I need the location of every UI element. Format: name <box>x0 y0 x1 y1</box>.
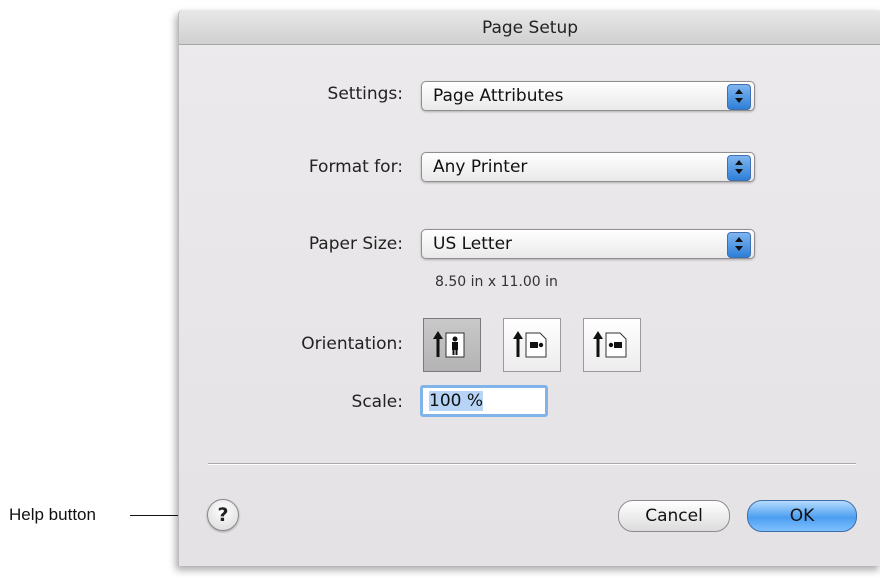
settings-popup[interactable]: Page Attributes <box>421 81 755 111</box>
paper-size-popup[interactable]: US Letter <box>421 229 755 259</box>
settings-label: Settings: <box>327 84 403 104</box>
orientation-portrait-button[interactable] <box>423 318 481 372</box>
orientation-landscape-left-button[interactable] <box>503 318 561 372</box>
popup-arrows-icon <box>727 232 751 258</box>
settings-value: Page Attributes <box>433 86 564 106</box>
orientation-label: Orientation: <box>301 334 403 354</box>
landscape-right-orientation-icon <box>593 331 627 358</box>
scale-input[interactable]: 100 % <box>420 385 548 417</box>
scale-value: 100 % <box>429 391 484 411</box>
separator <box>208 463 856 464</box>
paper-size-label: Paper Size: <box>308 234 403 254</box>
popup-arrows-icon <box>727 84 751 110</box>
window-title: Page Setup <box>481 18 579 38</box>
title-bar: Page Setup <box>179 10 880 45</box>
ok-button[interactable]: OK <box>747 500 857 532</box>
format-for-label: Format for: <box>308 157 403 177</box>
help-button[interactable]: ? <box>207 499 239 531</box>
paper-dimensions: 8.50 in x 11.00 in <box>435 274 558 290</box>
paper-size-value: US Letter <box>433 234 513 254</box>
format-for-popup[interactable]: Any Printer <box>421 152 755 182</box>
scale-label: Scale: <box>351 392 403 412</box>
cancel-button[interactable]: Cancel <box>618 500 730 532</box>
format-for-value: Any Printer <box>433 157 528 177</box>
landscape-left-orientation-icon <box>513 331 547 358</box>
help-button-callout-label: Help button <box>9 505 96 524</box>
portrait-orientation-icon <box>433 331 465 358</box>
popup-arrows-icon <box>727 155 751 181</box>
orientation-landscape-right-button[interactable] <box>583 318 641 372</box>
